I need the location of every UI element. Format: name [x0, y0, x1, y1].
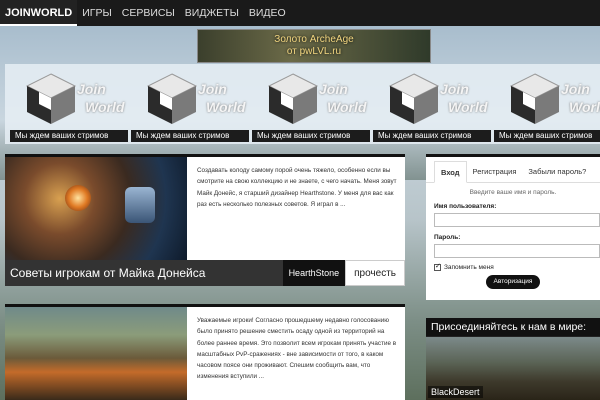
joinworld-cube-icon	[267, 73, 319, 124]
post-card: Создавать колоду самому порой очень тяже…	[5, 154, 405, 286]
joinworld-cube-icon	[509, 73, 561, 124]
post-tag[interactable]: HearthStone	[282, 260, 346, 286]
top-navigation: JOINWORLD ИГРЫ СЕРВИСЫ ВИДЖЕТЫ ВИДЕО	[0, 0, 600, 26]
password-label: Пароль:	[434, 234, 461, 241]
nav-item-services[interactable]: СЕРВИСЫ	[117, 0, 180, 26]
stream-brand: Join World	[319, 80, 366, 116]
join-world-widget: Присоединяйтесь к нам в мире: BlackDeser…	[426, 318, 600, 400]
stream-tile[interactable]: Join World Мы ждем ваших стримов	[368, 64, 491, 144]
stream-brand-line-1: Join	[440, 81, 469, 97]
stream-tile[interactable]: Join World Мы ждем ваших стримов	[247, 64, 370, 144]
stream-label: Мы ждем ваших стримов	[252, 130, 370, 142]
image-deco	[125, 187, 155, 223]
stream-brand-line-2: World	[569, 99, 600, 115]
stream-brand-line-1: Join	[77, 81, 106, 97]
stream-brand-line-2: World	[85, 99, 125, 115]
post-excerpt: Создавать колоду самому порой очень тяже…	[197, 167, 397, 208]
stream-tile[interactable]: Join World Мы ждем ваших стримов	[5, 64, 128, 144]
stream-brand-line-2: World	[206, 99, 246, 115]
banner-line-2: от pwLVL.ru	[286, 46, 342, 57]
stream-brand: Join World	[77, 80, 124, 116]
login-widget: Вход Регистрация Забыли пароль? Введите …	[426, 154, 600, 300]
joinworld-cube-icon	[25, 73, 77, 124]
stream-brand-line-1: Join	[319, 81, 348, 97]
post-footer: Советы игрокам от Майка Донейса HearthSt…	[5, 260, 405, 286]
username-label: Имя пользователя:	[434, 203, 497, 210]
read-more-button[interactable]: прочесть	[345, 260, 405, 286]
remember-checkbox[interactable]	[434, 262, 441, 271]
stream-label: Мы ждем ваших стримов	[10, 130, 128, 142]
stream-brand: Join World	[198, 80, 245, 116]
post-image-blackdesert[interactable]	[5, 307, 187, 400]
tab-login[interactable]: Вход	[434, 161, 467, 183]
username-input[interactable]	[434, 213, 600, 227]
nav-item-widgets[interactable]: ВИДЖЕТЫ	[180, 0, 244, 26]
stream-brand: Join World	[561, 80, 600, 116]
login-tabs: Вход Регистрация Забыли пароль?	[426, 161, 600, 183]
stream-label: Мы ждем ваших стримов	[494, 130, 600, 142]
image-deco	[65, 185, 91, 211]
tab-forgot-password[interactable]: Забыли пароль?	[522, 161, 592, 182]
nav-item-games[interactable]: ИГРЫ	[77, 0, 117, 26]
post-card: Уважаемые игроки! Согласно прошедшему не…	[5, 304, 405, 400]
game-label: BlackDesert	[428, 386, 483, 398]
banner-text: Золото ArcheAge от pwLVL.ru	[274, 34, 353, 58]
joinworld-cube-icon	[388, 73, 440, 124]
stream-tile[interactable]: Join World Мы ждем ваших стримов	[126, 64, 249, 144]
stream-brand: Join World	[440, 80, 487, 116]
post-excerpt: Уважаемые игроки! Согласно прошедшему не…	[197, 317, 397, 381]
login-hint: Введите ваше имя и пароль.	[469, 189, 557, 196]
password-input[interactable]	[434, 244, 600, 258]
stream-tile[interactable]: Join World Мы ждем ваших стримов	[489, 64, 600, 144]
stream-label: Мы ждем ваших стримов	[373, 130, 491, 142]
game-thumbnail[interactable]: BlackDesert	[426, 337, 600, 400]
stream-brand-line-1: Join	[198, 81, 227, 97]
remember-me[interactable]: Запомнить меня	[434, 262, 600, 271]
joinworld-cube-icon	[146, 73, 198, 124]
stream-label: Мы ждем ваших стримов	[131, 130, 249, 142]
stream-brand-line-2: World	[448, 99, 488, 115]
site-logo[interactable]: JOINWORLD	[0, 0, 78, 26]
stream-brand-line-2: World	[327, 99, 367, 115]
remember-label: Запомнить меня	[444, 264, 494, 271]
tab-register[interactable]: Регистрация	[467, 161, 523, 182]
stream-brand-line-1: Join	[561, 81, 590, 97]
post-image-hearthstone[interactable]	[5, 157, 187, 261]
login-submit-button[interactable]: Авторизация	[486, 275, 540, 289]
streams-strip: Join World Мы ждем ваших стримов Join World М…	[5, 64, 600, 144]
join-world-title: Присоединяйтесь к нам в мире:	[426, 318, 600, 336]
archeage-gold-banner[interactable]: Золото ArcheAge от pwLVL.ru	[197, 29, 431, 63]
banner-line-1: Золото ArcheAge	[274, 34, 354, 45]
nav-item-video[interactable]: ВИДЕО	[244, 0, 291, 26]
post-title[interactable]: Советы игрокам от Майка Донейса	[5, 266, 283, 280]
